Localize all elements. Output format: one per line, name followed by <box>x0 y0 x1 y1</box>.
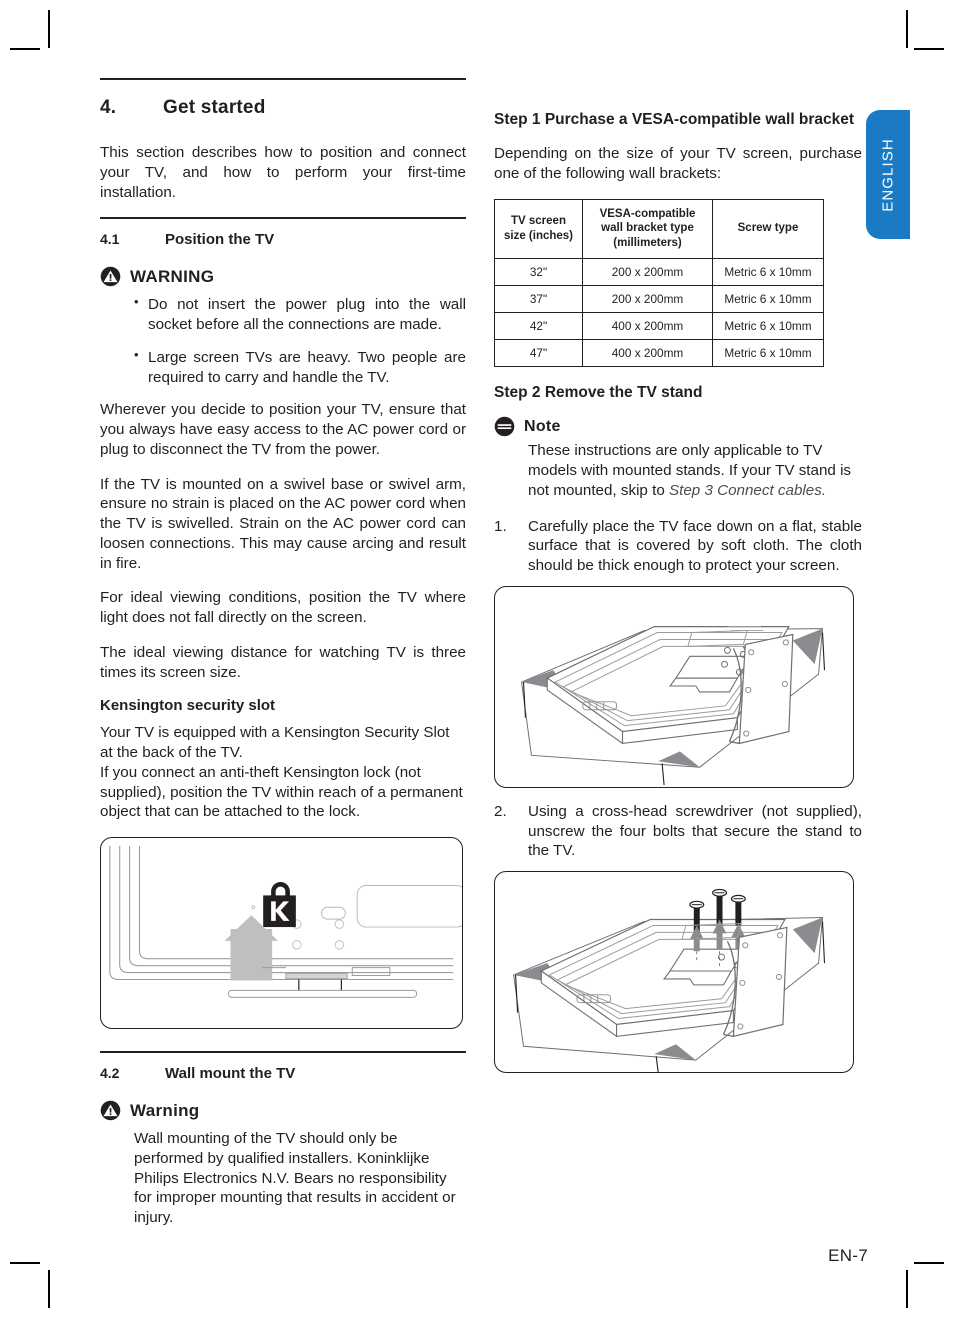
kensington-body: Your TV is equipped with a Kensington Se… <box>100 724 463 821</box>
page-number: EN-7 <box>828 1246 868 1265</box>
warning-triangle-icon <box>100 266 121 287</box>
step1-heading: Step 1 Purchase a VESA-compatible wall b… <box>494 111 855 128</box>
language-tab-label: ENGLISH <box>879 137 897 212</box>
table-cell-size: 47" <box>494 339 583 368</box>
step1-intro: Depending on the size of your TV screen,… <box>494 145 862 182</box>
list-item-number: 1. <box>494 517 507 535</box>
note-block: Note These instructions are only applica… <box>494 416 862 500</box>
tv-back-panel-kensington-slot-diagram <box>109 845 462 998</box>
table-cell-screw: Metric 6 x 10mm <box>712 257 824 286</box>
table-cell-screw: Metric 6 x 10mm <box>712 284 824 314</box>
language-tab-english: ENGLISH <box>866 110 910 239</box>
crop-mark-top-left-vertical <box>48 10 50 48</box>
warning-label: WARNING <box>130 266 215 286</box>
figure-tv-face-down <box>494 585 854 788</box>
subsection-heading-position-tv: 4.1 Position the TV <box>100 219 466 248</box>
subsection-title-42: Wall mount the TV <box>165 1065 296 1082</box>
crop-mark-top-right-vertical <box>906 10 908 48</box>
crop-mark-top-left-horizontal <box>10 48 40 50</box>
table-cell-size: 32" <box>494 257 583 286</box>
figure-tv-unscrew-bolts <box>494 871 854 1074</box>
table-header-cell: VESA-compatible wall bracket type (milli… <box>582 198 713 259</box>
table-cell-screw: Metric 6 x 10mm <box>712 339 824 368</box>
warning-header-2: Warning <box>100 1100 466 1121</box>
warning-triangle-icon <box>100 1100 121 1121</box>
kensington-heading: Kensington security slot <box>100 697 276 715</box>
warning-block-position: WARNING Do not insert the power plug int… <box>100 266 466 387</box>
section-number: 4. <box>100 97 117 118</box>
body-paragraph: The ideal viewing distance for watching … <box>100 643 466 681</box>
list-item: 2. Using a cross-head screwdriver (not su… <box>494 802 862 861</box>
crop-mark-bottom-right-vertical <box>906 1270 908 1308</box>
subsection-title-41: Position the TV <box>165 231 275 249</box>
table-cell-bracket: 400 x 200mm <box>582 339 713 368</box>
warning-bullet-item: Large screen TVs are heavy. Two people a… <box>134 347 466 388</box>
table-row: 47" 400 x 200mm Metric 6 x 10mm <box>494 339 824 368</box>
crop-mark-bottom-left-vertical <box>48 1270 50 1308</box>
figure-kensington-slot <box>100 837 463 1029</box>
note-header: Note <box>494 416 862 437</box>
step2-instruction-list-2: 2. Using a cross-head screwdriver (not su… <box>494 802 862 861</box>
warning-body-2: Wall mounting of the TV should only be p… <box>134 1130 456 1226</box>
tv-stand-bolts-unscrew-diagram <box>513 889 826 1073</box>
right-column: Step 1 Purchase a VESA-compatible wall b… <box>494 110 862 1074</box>
note-body: These instructions are only applicable t… <box>494 441 862 500</box>
section-title-text: Get started <box>163 97 266 118</box>
table-header-cell: Screw type <box>712 198 824 259</box>
left-column: 4. Get started This section describes how… <box>100 78 466 1228</box>
subsection-number-41: 4.1 <box>100 231 120 248</box>
warning-bullet-item: Do not insert the power plug into the wa… <box>134 294 466 335</box>
crop-mark-bottom-right-horizontal <box>914 1262 944 1264</box>
table-row: 42" 400 x 200mm Metric 6 x 10mm <box>494 312 824 341</box>
table-cell-size: 42" <box>494 312 583 341</box>
list-item: 1. Carefully place the TV face down on a … <box>494 517 862 576</box>
table-header-cell: TV screen size (inches) <box>494 198 583 259</box>
table-header-row: TV screen size (inches) VESA-compatible … <box>494 198 824 259</box>
crop-mark-bottom-left-horizontal <box>10 1262 40 1264</box>
body-paragraph: If the TV is mounted on a swivel base or… <box>100 475 466 572</box>
subsection-heading-wall-mount: 4.2 Wall mount the TV <box>100 1053 466 1082</box>
tv-face-down-on-cloth-diagram <box>520 625 826 785</box>
warning-bullet-list: Do not insert the power plug into the wa… <box>100 294 466 388</box>
step2-heading: Step 2 Remove the TV stand <box>494 384 703 402</box>
body-paragraph: For ideal viewing conditions, position t… <box>100 589 466 626</box>
subsection-number-42: 4.2 <box>100 1065 120 1081</box>
list-item-number: 2. <box>494 802 507 820</box>
vesa-bracket-table: TV screen size (inches) VESA-compatible … <box>494 198 824 368</box>
table-cell-bracket: 400 x 200mm <box>582 312 713 341</box>
page-title: 4. Get started <box>100 80 466 119</box>
note-body-italic: Step 3 Connect cables. <box>669 481 827 499</box>
warning-header: WARNING <box>100 266 466 287</box>
table-cell-screw: Metric 6 x 10mm <box>712 312 824 341</box>
step2-instruction-list: 1. Carefully place the TV face down on a … <box>494 517 862 576</box>
table-row: 32" 200 x 200mm Metric 6 x 10mm <box>494 257 824 286</box>
note-label: Note <box>524 417 561 435</box>
document-page: ENGLISH 4. Get started This section descr… <box>0 0 954 1318</box>
table-cell-bracket: 200 x 200mm <box>582 284 713 314</box>
list-item-text: Using a cross-head screwdriver (not supp… <box>528 802 862 860</box>
kensington-lock-icon <box>263 882 296 928</box>
note-icon <box>494 417 515 437</box>
crop-mark-top-right-horizontal <box>914 48 944 50</box>
intro-paragraph: This section describes how to position a… <box>100 144 466 201</box>
table-row: 37" 200 x 200mm Metric 6 x 10mm <box>494 284 824 314</box>
list-item-text: Carefully place the TV face down on a fl… <box>528 517 862 575</box>
table-cell-size: 37" <box>494 284 583 314</box>
table-cell-bracket: 200 x 200mm <box>582 257 713 286</box>
warning-block-wall-mount: Warning Wall mounting of the TV should o… <box>100 1100 466 1228</box>
body-paragraph: Wherever you decide to position your TV,… <box>100 401 466 458</box>
warning-label-2: Warning <box>130 1100 200 1120</box>
